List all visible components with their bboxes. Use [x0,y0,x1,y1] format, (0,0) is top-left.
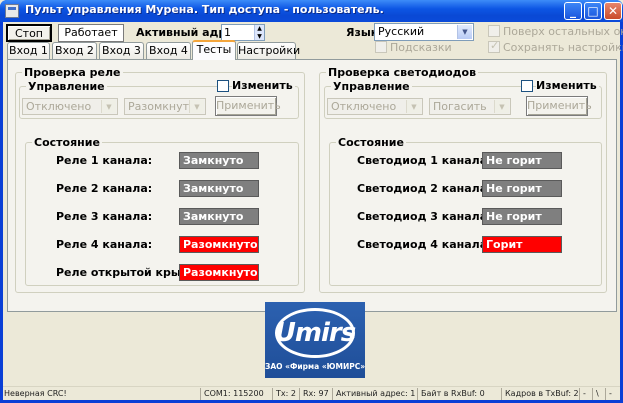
tab-input-4[interactable]: Вход 4 [146,42,191,59]
status-tail-2: \ [592,388,605,400]
state-indicator: Работает [58,24,124,42]
led-control-title: Управление [331,80,412,93]
led-change-label: Изменить [536,79,599,92]
led-mode-select[interactable]: Отключено ▼ [327,98,423,115]
logo-text: Umirs [274,318,356,348]
status-rxbuf: Байт в RxBuf: 0 [417,388,501,400]
relay-control-title: Управление [26,80,107,93]
relay-group: Проверка реле Управление Изменить Отключ… [15,66,305,293]
relay-status-value: Замкнуто [179,180,259,197]
chevron-down-icon: ▼ [101,100,116,113]
tests-panel: Проверка реле Управление Изменить Отключ… [7,59,617,312]
chevron-down-icon: ▼ [406,100,421,113]
relay-mode-select[interactable]: Отключено ▼ [22,98,118,115]
led-status-value: Не горит [482,208,562,225]
relay-status-value: Замкнуто [179,208,259,225]
address-spinner[interactable]: ▲ ▼ [254,25,264,40]
on-top-checkbox[interactable] [488,25,500,37]
active-address-value: 1 [224,26,231,39]
on-top-label: Поверх остальных окон [503,25,623,38]
title-bar[interactable]: Пульт управления Мурена. Тип доступа - п… [0,0,623,22]
relay-row-label: Реле 1 канала: [56,154,153,167]
status-rx: Rx: 97 [299,388,332,400]
relay-state-group: Состояние Реле 1 канала: Замкнуто Реле 2… [25,136,299,286]
stop-button[interactable]: Стоп [6,24,52,42]
led-row-label: Светодиод 3 канала: [357,210,492,223]
status-tail-1: - [579,388,592,400]
led-status-value: Не горит [482,152,562,169]
chevron-down-icon: ▼ [494,100,509,113]
relay-row-label: Реле 3 канала: [56,210,153,223]
status-address: Активный адрес: 1 [332,388,417,400]
hints-label: Подсказки [390,41,452,54]
status-txbuf: Кадров в TxBuf: 2 [501,388,579,400]
led-control-group: Управление Изменить Отключено ▼ Погасить… [324,79,602,119]
hints-checkbox[interactable] [375,41,387,53]
relay-row-label: Реле 2 канала: [56,182,153,195]
relay-row-label: Реле 4 канала: [56,238,153,251]
relay-status-value: Разомкнуто [179,264,259,281]
led-state-group: Состояние Светодиод 1 канала: Не горит С… [329,136,602,286]
client-area: Стоп Работает Активный адрес: 1 ▲ ▼ Язык:… [3,22,623,400]
status-tail-3: - [605,388,620,400]
status-bar: Неверная CRC! COM1: 115200 Tx: 2 Rx: 97 … [3,386,620,400]
window-title: Пульт управления Мурена. Тип доступа - п… [25,3,384,16]
led-apply-button[interactable]: Применить [526,96,592,116]
tab-settings[interactable]: Настройки [237,42,300,59]
tab-input-3[interactable]: Вход 3 [99,42,144,59]
led-action-select[interactable]: Погасить ▼ [429,98,511,115]
led-row-label: Светодиод 2 канала: [357,182,492,195]
logo-oval: Umirs [274,308,356,358]
active-address-input[interactable]: 1 ▲ ▼ [221,24,265,41]
relay-status-value: Разомкнуто [179,236,259,253]
relay-state-title: Состояние [32,136,102,149]
chevron-down-icon: ▼ [457,25,472,39]
relay-change-checkbox[interactable] [217,80,229,92]
logo-caption: ЗАО «Фирма «ЮМИРС» [265,362,366,371]
led-row-label: Светодиод 1 канала: [357,154,492,167]
led-change-checkbox[interactable] [521,80,533,92]
chevron-down-icon: ▼ [189,100,204,113]
save-settings-label: Сохранять настройки [503,41,623,54]
app-icon [5,4,19,18]
status-tx: Tx: 2 [272,388,299,400]
minimize-button[interactable]: _ [564,2,582,20]
language-select[interactable]: Русский ▼ [374,23,474,41]
maximize-button[interactable]: □ [584,2,602,20]
save-settings-checkbox[interactable] [488,39,500,53]
led-status-value: Горит [482,236,562,253]
language-value: Русский [378,25,425,38]
app-window: Пульт управления Мурена. Тип доступа - п… [0,0,623,403]
led-group: Проверка светодиодов Управление Изменить… [319,66,607,293]
tab-input-1[interactable]: Вход 1 [7,42,50,59]
relay-status-value: Замкнуто [179,152,259,169]
relay-group-title: Проверка реле [22,66,123,79]
company-logo: Umirs ЗАО «Фирма «ЮМИРС» [265,302,365,378]
relay-mode-value: Отключено [26,100,92,113]
relay-change-label: Изменить [232,79,295,92]
tab-input-2[interactable]: Вход 2 [52,42,97,59]
close-button[interactable]: ✕ [604,2,622,20]
led-mode-value: Отключено [331,100,397,113]
relay-action-value: Разомкнуть [128,100,196,113]
relay-action-select[interactable]: Разомкнуть ▼ [124,98,206,115]
led-status-value: Не горит [482,180,562,197]
led-action-value: Погасить [433,100,487,113]
led-state-title: Состояние [336,136,406,149]
status-port: COM1: 115200 [200,388,272,400]
status-crc: Неверная CRC! [4,389,67,398]
led-row-label: Светодиод 4 канала: [357,238,492,251]
tab-tests[interactable]: Тесты [192,40,236,60]
relay-control-group: Управление Изменить Отключено ▼ Разомкну… [19,79,299,119]
led-group-title: Проверка светодиодов [326,66,479,79]
relay-apply-button[interactable]: Применить [215,96,281,116]
